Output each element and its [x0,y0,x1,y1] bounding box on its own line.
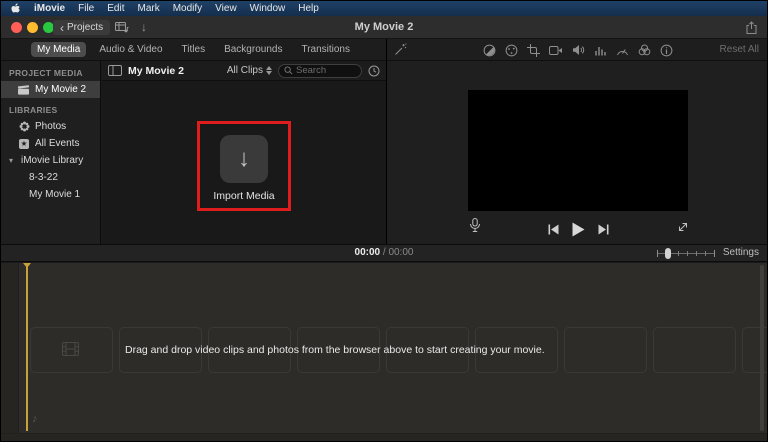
volume-speaker-icon[interactable] [572,44,585,56]
all-clips-filter-dropdown[interactable]: All Clips [227,65,272,76]
import-media-button[interactable]: ↓ [220,135,268,183]
previous-frame-button[interactable] [548,224,559,235]
clip-placeholder [653,327,736,373]
libraries-header: LIBRARIES [9,105,58,115]
all-clips-label: All Clips [226,65,263,76]
search-icon [284,66,293,75]
menu-view[interactable]: View [215,1,237,16]
library-sidebar: PROJECT MEDIA My Movie 2 LIBRARIES Photo… [1,61,101,244]
speed-gauge-icon[interactable] [616,45,629,56]
sidebar-item-my-movie-2[interactable]: My Movie 2 [1,81,100,98]
film-strip-icon [62,342,79,356]
sidebar-item-all-events[interactable]: ★ All Events [1,135,100,152]
crop-icon[interactable] [527,43,540,57]
menu-help[interactable]: Help [298,1,319,16]
all-events-star-icon: ★ [19,138,29,149]
viewer-preview [468,90,688,211]
total-time: 00:00 [388,247,414,258]
timeline-left-gutter [1,263,19,441]
import-media-annotation-box: ↓ Import Media [197,121,291,211]
tab-transitions[interactable]: Transitions [295,42,356,57]
browser-title: My Movie 2 [128,64,185,77]
timeline[interactable]: Drag and drop video clips and photos fro… [1,263,767,441]
clip-placeholder [564,327,647,373]
clip-duration-clock-icon[interactable] [368,65,380,77]
color-balance-icon[interactable] [483,44,496,57]
up-down-arrows-icon [266,66,272,75]
media-browser-content: ↓ Import Media [102,82,386,244]
clapperboard-icon [18,84,30,95]
color-correction-palette-icon[interactable] [505,44,518,57]
tab-my-media[interactable]: My Media [30,42,87,57]
fullscreen-icon[interactable] [677,221,689,233]
stabilization-camera-icon[interactable] [549,45,563,56]
project-media-header: PROJECT MEDIA [9,68,83,78]
next-frame-button[interactable] [598,224,609,235]
clip-filter-circles-icon[interactable] [638,44,651,56]
viewer-toolbar: Reset All [387,39,767,61]
timeline-toolbar: 00:00 / 00:00 Settings [1,244,767,262]
imovie-window: iMovie File Edit Mark Modify View Window… [0,0,768,442]
search-input[interactable] [296,65,356,76]
transport-controls [387,222,767,237]
download-arrow-icon: ↓ [238,145,250,172]
adjustment-icons [457,39,699,61]
timeline-vertical-scrollbar[interactable] [760,265,764,431]
sidebar-item-imovie-library[interactable]: ▾ iMovie Library [1,152,100,169]
disclosure-down-icon[interactable]: ▾ [6,156,16,165]
sidebar-item-label: Photos [35,121,67,132]
back-to-projects-button[interactable]: ‹ Projects [53,20,111,35]
info-icon[interactable] [660,44,673,57]
sidebar-item-my-movie-1[interactable]: My Movie 1 [1,186,100,203]
menu-bar: iMovie File Edit Mark Modify View Window… [1,1,767,16]
timeline-horizontal-scrollbar[interactable] [1,433,767,441]
share-icon[interactable] [746,21,757,34]
sidebar-item-8-3-22[interactable]: 8-3-22 [1,169,100,186]
menu-imovie[interactable]: iMovie [34,1,65,16]
import-arrow-icon[interactable]: ↓ [141,20,147,34]
sidebar-item-label: All Events [35,138,80,149]
timeline-empty-message: Drag and drop video clips and photos fro… [125,344,545,356]
apple-icon [11,2,20,13]
sidebar-toggle-icon[interactable] [108,65,122,76]
import-media-label: Import Media [213,190,275,202]
apple-menu[interactable] [11,2,21,15]
menu-mark[interactable]: Mark [137,1,159,16]
tab-titles[interactable]: Titles [176,42,212,57]
menu-window[interactable]: Window [250,1,286,16]
sidebar-item-photos[interactable]: Photos [1,118,100,135]
play-button[interactable] [572,222,585,237]
timecode-separator: / [382,247,386,258]
projects-label: Projects [67,22,104,33]
tab-audio-video[interactable]: Audio & Video [93,42,168,57]
media-browser-header: My Movie 2 All Clips [102,61,386,81]
reset-all-button[interactable]: Reset All [720,39,759,60]
search-box [278,63,362,78]
playhead[interactable] [23,263,31,431]
media-browser-icon[interactable] [115,22,129,33]
menu-modify[interactable]: Modify [173,1,202,16]
menu-edit[interactable]: Edit [107,1,124,16]
timecode: 00:00 / 00:00 [1,245,767,261]
sidebar-item-label: My Movie 2 [35,84,87,95]
current-time: 00:00 [354,247,381,258]
chevron-left-icon: ‹ [60,20,64,35]
photos-flower-icon [18,121,30,132]
zoom-slider-thumb[interactable] [665,248,671,259]
timeline-settings-button[interactable]: Settings [723,245,759,261]
title-bar: My Movie 2 ‹ Projects ↓ [1,16,767,39]
sidebar-item-label: My Movie 1 [29,189,81,200]
media-tab-bar: My Media Audio & Video Titles Background… [1,39,386,61]
tab-backgrounds[interactable]: Backgrounds [218,42,288,57]
enhance-wand-icon[interactable] [394,43,407,56]
menu-file[interactable]: File [78,1,94,16]
sidebar-item-label: iMovie Library [21,155,84,166]
sidebar-item-label: 8-3-22 [29,172,58,183]
timeline-zoom-slider[interactable] [657,248,715,259]
viewer-panel [387,61,767,244]
noise-reduction-bars-icon[interactable] [594,45,607,56]
music-note-icon: ♪ [32,413,38,425]
